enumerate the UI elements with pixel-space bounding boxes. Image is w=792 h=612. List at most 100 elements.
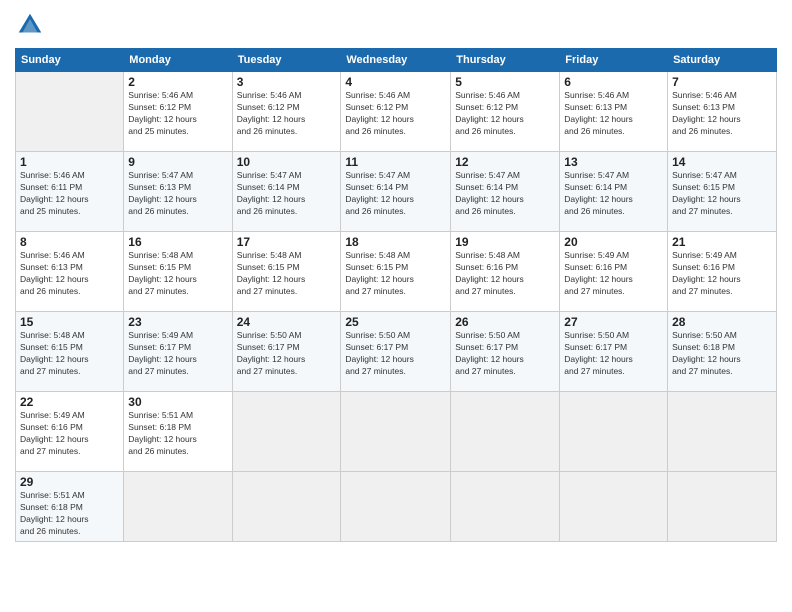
day-info: Sunrise: 5:49 AMSunset: 6:16 PMDaylight:… xyxy=(672,250,772,298)
day-info: Sunrise: 5:48 AMSunset: 6:15 PMDaylight:… xyxy=(345,250,446,298)
day-info: Sunrise: 5:48 AMSunset: 6:16 PMDaylight:… xyxy=(455,250,555,298)
calendar-cell xyxy=(451,392,560,472)
calendar-cell xyxy=(232,472,341,542)
day-info: Sunrise: 5:49 AMSunset: 6:16 PMDaylight:… xyxy=(564,250,663,298)
col-friday: Friday xyxy=(560,49,668,72)
col-tuesday: Tuesday xyxy=(232,49,341,72)
calendar-cell: 13Sunrise: 5:47 AMSunset: 6:14 PMDayligh… xyxy=(560,152,668,232)
calendar-week-row: 2Sunrise: 5:46 AMSunset: 6:12 PMDaylight… xyxy=(16,72,777,152)
day-info: Sunrise: 5:47 AMSunset: 6:13 PMDaylight:… xyxy=(128,170,227,218)
day-number: 4 xyxy=(345,75,446,89)
calendar-cell xyxy=(16,72,124,152)
day-info: Sunrise: 5:46 AMSunset: 6:13 PMDaylight:… xyxy=(564,90,663,138)
calendar-cell: 15Sunrise: 5:48 AMSunset: 6:15 PMDayligh… xyxy=(16,312,124,392)
day-info: Sunrise: 5:47 AMSunset: 6:14 PMDaylight:… xyxy=(237,170,337,218)
day-info: Sunrise: 5:50 AMSunset: 6:18 PMDaylight:… xyxy=(672,330,772,378)
calendar-cell: 29Sunrise: 5:51 AMSunset: 6:18 PMDayligh… xyxy=(16,472,124,542)
day-number: 17 xyxy=(237,235,337,249)
col-thursday: Thursday xyxy=(451,49,560,72)
day-number: 19 xyxy=(455,235,555,249)
col-wednesday: Wednesday xyxy=(341,49,451,72)
calendar-cell: 3Sunrise: 5:46 AMSunset: 6:12 PMDaylight… xyxy=(232,72,341,152)
day-info: Sunrise: 5:50 AMSunset: 6:17 PMDaylight:… xyxy=(455,330,555,378)
day-info: Sunrise: 5:47 AMSunset: 6:15 PMDaylight:… xyxy=(672,170,772,218)
day-number: 15 xyxy=(20,315,119,329)
calendar-cell: 11Sunrise: 5:47 AMSunset: 6:14 PMDayligh… xyxy=(341,152,451,232)
day-number: 30 xyxy=(128,395,227,409)
calendar-cell: 27Sunrise: 5:50 AMSunset: 6:17 PMDayligh… xyxy=(560,312,668,392)
calendar-week-row: 22Sunrise: 5:49 AMSunset: 6:16 PMDayligh… xyxy=(16,392,777,472)
calendar-cell: 5Sunrise: 5:46 AMSunset: 6:12 PMDaylight… xyxy=(451,72,560,152)
day-number: 3 xyxy=(237,75,337,89)
day-number: 29 xyxy=(20,475,119,489)
day-number: 14 xyxy=(672,155,772,169)
day-number: 28 xyxy=(672,315,772,329)
day-number: 7 xyxy=(672,75,772,89)
day-info: Sunrise: 5:47 AMSunset: 6:14 PMDaylight:… xyxy=(345,170,446,218)
calendar-cell: 4Sunrise: 5:46 AMSunset: 6:12 PMDaylight… xyxy=(341,72,451,152)
day-number: 2 xyxy=(128,75,227,89)
calendar-cell xyxy=(668,392,777,472)
calendar-cell: 1Sunrise: 5:46 AMSunset: 6:11 PMDaylight… xyxy=(16,152,124,232)
day-number: 23 xyxy=(128,315,227,329)
calendar-cell xyxy=(124,472,232,542)
col-monday: Monday xyxy=(124,49,232,72)
header xyxy=(15,10,777,40)
calendar-cell: 17Sunrise: 5:48 AMSunset: 6:15 PMDayligh… xyxy=(232,232,341,312)
day-number: 27 xyxy=(564,315,663,329)
day-info: Sunrise: 5:47 AMSunset: 6:14 PMDaylight:… xyxy=(564,170,663,218)
day-number: 16 xyxy=(128,235,227,249)
logo-icon xyxy=(15,10,45,40)
day-number: 8 xyxy=(20,235,119,249)
calendar-cell xyxy=(560,392,668,472)
day-number: 10 xyxy=(237,155,337,169)
calendar-week-row: 1Sunrise: 5:46 AMSunset: 6:11 PMDaylight… xyxy=(16,152,777,232)
day-number: 13 xyxy=(564,155,663,169)
day-info: Sunrise: 5:46 AMSunset: 6:13 PMDaylight:… xyxy=(20,250,119,298)
calendar-table: Sunday Monday Tuesday Wednesday Thursday… xyxy=(15,48,777,542)
calendar-cell: 12Sunrise: 5:47 AMSunset: 6:14 PMDayligh… xyxy=(451,152,560,232)
day-number: 18 xyxy=(345,235,446,249)
day-number: 1 xyxy=(20,155,119,169)
calendar-cell: 18Sunrise: 5:48 AMSunset: 6:15 PMDayligh… xyxy=(341,232,451,312)
page: Sunday Monday Tuesday Wednesday Thursday… xyxy=(0,0,792,612)
calendar-cell: 14Sunrise: 5:47 AMSunset: 6:15 PMDayligh… xyxy=(668,152,777,232)
day-info: Sunrise: 5:46 AMSunset: 6:12 PMDaylight:… xyxy=(455,90,555,138)
calendar-cell: 21Sunrise: 5:49 AMSunset: 6:16 PMDayligh… xyxy=(668,232,777,312)
day-info: Sunrise: 5:46 AMSunset: 6:11 PMDaylight:… xyxy=(20,170,119,218)
calendar-cell xyxy=(341,472,451,542)
calendar-week-row: 8Sunrise: 5:46 AMSunset: 6:13 PMDaylight… xyxy=(16,232,777,312)
calendar-cell: 8Sunrise: 5:46 AMSunset: 6:13 PMDaylight… xyxy=(16,232,124,312)
day-number: 20 xyxy=(564,235,663,249)
calendar-cell: 22Sunrise: 5:49 AMSunset: 6:16 PMDayligh… xyxy=(16,392,124,472)
logo xyxy=(15,10,49,40)
calendar-cell: 20Sunrise: 5:49 AMSunset: 6:16 PMDayligh… xyxy=(560,232,668,312)
day-number: 6 xyxy=(564,75,663,89)
day-number: 22 xyxy=(20,395,119,409)
day-info: Sunrise: 5:47 AMSunset: 6:14 PMDaylight:… xyxy=(455,170,555,218)
day-number: 26 xyxy=(455,315,555,329)
calendar-cell: 26Sunrise: 5:50 AMSunset: 6:17 PMDayligh… xyxy=(451,312,560,392)
calendar-cell: 6Sunrise: 5:46 AMSunset: 6:13 PMDaylight… xyxy=(560,72,668,152)
calendar-week-row: 15Sunrise: 5:48 AMSunset: 6:15 PMDayligh… xyxy=(16,312,777,392)
day-info: Sunrise: 5:50 AMSunset: 6:17 PMDaylight:… xyxy=(345,330,446,378)
calendar-cell: 16Sunrise: 5:48 AMSunset: 6:15 PMDayligh… xyxy=(124,232,232,312)
day-info: Sunrise: 5:48 AMSunset: 6:15 PMDaylight:… xyxy=(20,330,119,378)
calendar-cell: 25Sunrise: 5:50 AMSunset: 6:17 PMDayligh… xyxy=(341,312,451,392)
day-number: 9 xyxy=(128,155,227,169)
calendar-cell: 9Sunrise: 5:47 AMSunset: 6:13 PMDaylight… xyxy=(124,152,232,232)
day-number: 5 xyxy=(455,75,555,89)
calendar-cell xyxy=(341,392,451,472)
calendar-cell: 23Sunrise: 5:49 AMSunset: 6:17 PMDayligh… xyxy=(124,312,232,392)
calendar-cell: 19Sunrise: 5:48 AMSunset: 6:16 PMDayligh… xyxy=(451,232,560,312)
col-saturday: Saturday xyxy=(668,49,777,72)
day-info: Sunrise: 5:48 AMSunset: 6:15 PMDaylight:… xyxy=(237,250,337,298)
day-info: Sunrise: 5:48 AMSunset: 6:15 PMDaylight:… xyxy=(128,250,227,298)
day-info: Sunrise: 5:50 AMSunset: 6:17 PMDaylight:… xyxy=(564,330,663,378)
day-info: Sunrise: 5:46 AMSunset: 6:12 PMDaylight:… xyxy=(237,90,337,138)
calendar-cell: 7Sunrise: 5:46 AMSunset: 6:13 PMDaylight… xyxy=(668,72,777,152)
calendar-cell xyxy=(560,472,668,542)
day-number: 11 xyxy=(345,155,446,169)
day-info: Sunrise: 5:46 AMSunset: 6:12 PMDaylight:… xyxy=(128,90,227,138)
day-info: Sunrise: 5:51 AMSunset: 6:18 PMDaylight:… xyxy=(128,410,227,458)
